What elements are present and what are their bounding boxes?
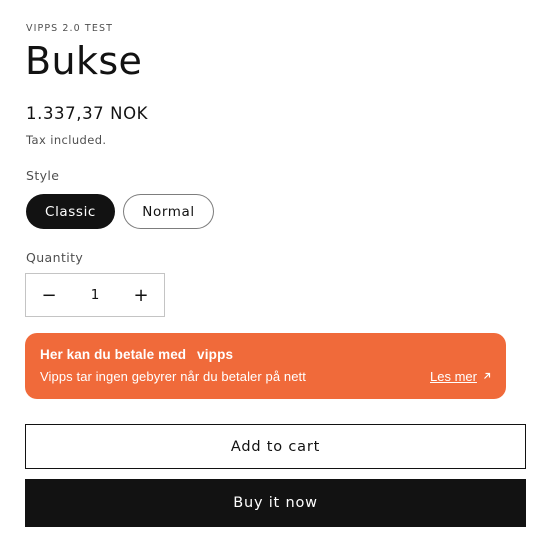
vipps-banner-subtitle: Vipps tar ingen gebyrer når du betaler p…: [40, 369, 306, 384]
vipps-banner: Her kan du betale med vipps Vipps tar in…: [25, 333, 506, 399]
quantity-increase-button[interactable]: +: [118, 274, 164, 316]
style-label: Style: [26, 168, 60, 183]
buy-now-button[interactable]: Buy it now: [25, 479, 526, 527]
product-title: Bukse: [25, 39, 143, 83]
product-page: VIPPS 2.0 TEST Bukse 1.337,37 NOK Tax in…: [0, 0, 535, 539]
add-to-cart-button[interactable]: Add to cart: [25, 424, 526, 469]
external-arrow-icon: [484, 372, 491, 379]
style-option-normal[interactable]: Normal: [123, 194, 214, 229]
quantity-stepper: − 1 +: [25, 273, 165, 317]
product-vendor: VIPPS 2.0 TEST: [26, 23, 113, 34]
minus-icon: −: [41, 284, 57, 306]
tax-note: Tax included.: [26, 133, 107, 147]
vipps-logo: vipps: [197, 347, 234, 362]
product-price: 1.337,37 NOK: [26, 104, 149, 123]
style-option-classic[interactable]: Classic: [26, 194, 115, 229]
quantity-decrease-button[interactable]: −: [26, 274, 72, 316]
vipps-read-more-link[interactable]: Les mer: [430, 369, 477, 384]
quantity-input[interactable]: 1: [72, 287, 118, 303]
plus-icon: +: [133, 284, 149, 306]
vipps-banner-title: Her kan du betale med: [40, 347, 187, 362]
quantity-label: Quantity: [26, 250, 84, 265]
